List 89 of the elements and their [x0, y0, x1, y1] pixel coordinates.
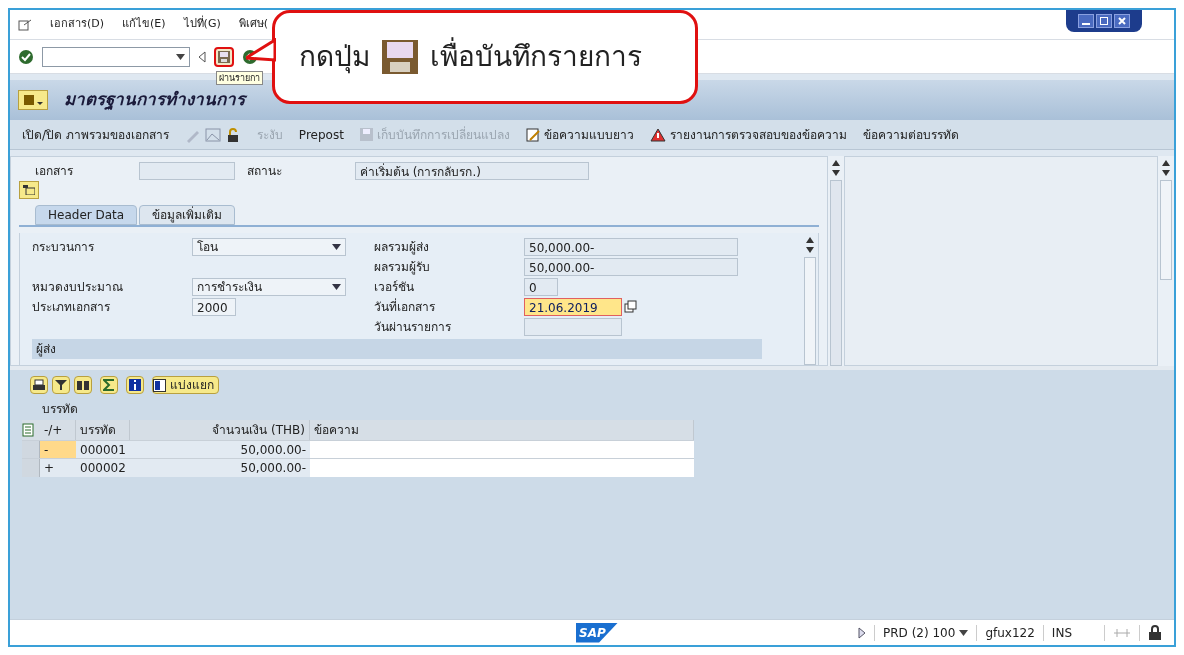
scroll-down-icon[interactable]	[806, 247, 814, 253]
insert-mode: INS	[1051, 624, 1072, 642]
close-icon[interactable]	[1114, 13, 1130, 28]
edit-icon	[525, 127, 540, 142]
table-cell: 000002	[76, 459, 130, 477]
menu-item[interactable]: พิเศษ(	[238, 16, 268, 33]
overview-icon	[23, 185, 35, 195]
scroll-up-icon[interactable]	[832, 160, 840, 166]
status-field[interactable]: ค่าเริ่มต้น (การกลับรก.)	[355, 162, 589, 180]
field-label: หมวดงบประมาณ	[32, 279, 124, 296]
field-label: วันผ่านรายการ	[374, 319, 452, 336]
sum-icon[interactable]	[100, 376, 118, 394]
warning-icon	[649, 127, 666, 142]
sap-logo: SAP	[576, 622, 618, 643]
system-info[interactable]: PRD (2) 100	[883, 623, 969, 642]
column-header[interactable]: ข้อความ	[310, 420, 694, 440]
table-cell: +	[40, 459, 76, 477]
scrollbar[interactable]	[830, 180, 842, 366]
expand-icon[interactable]	[858, 626, 867, 639]
output-field[interactable]	[524, 318, 622, 336]
tab[interactable]: ข้อมูลเพิ่มเติม	[139, 205, 236, 225]
tooltip: ผ่านรายกา	[216, 71, 263, 85]
scroll-down-icon[interactable]	[1162, 170, 1170, 176]
menu-item[interactable]: ไปที่(G)	[183, 16, 221, 33]
output-field[interactable]: 50,000.00-	[524, 238, 738, 256]
collapse-icon[interactable]	[198, 50, 206, 63]
dropdown-field[interactable]: การชำระเงิน	[192, 278, 346, 296]
field-label: ผลรวมผู้ส่ง	[374, 239, 430, 256]
document-field[interactable]	[139, 162, 235, 180]
field-label: วันที่เอกสาร	[374, 298, 436, 316]
toolbar-button[interactable]: เปิด/ปิด ภาพรวมของเอกสาร	[22, 125, 169, 144]
exit-icon[interactable]	[18, 18, 32, 31]
table-title: บรรทัด	[41, 401, 79, 418]
print-icon[interactable]	[30, 376, 48, 394]
save-button[interactable]	[214, 46, 234, 67]
scrollbar[interactable]	[804, 257, 816, 365]
info-icon[interactable]	[126, 376, 144, 394]
field-label: สถานะ	[246, 163, 283, 180]
copy-icon[interactable]	[624, 300, 638, 314]
split-button[interactable]: แบ่งแยก	[152, 376, 219, 394]
lock-icon[interactable]	[1148, 624, 1162, 641]
table-cell: -	[40, 441, 76, 459]
scrollbar[interactable]	[1160, 180, 1172, 280]
caret-icon	[332, 284, 341, 290]
field-label: เวอร์ชัน	[374, 279, 415, 296]
scroll-up-icon[interactable]	[1162, 160, 1170, 166]
table-cell[interactable]	[310, 441, 694, 459]
menu-item[interactable]: แก้ไข(E)	[122, 16, 166, 33]
table-cell: 50,000.00-	[130, 441, 310, 459]
table-cell: 50,000.00-	[130, 459, 310, 477]
field-label: ประเภทเอกสาร	[32, 299, 111, 316]
command-field[interactable]	[42, 46, 190, 67]
scroll-up-icon[interactable]	[806, 237, 814, 243]
field-label: กระบวนการ	[32, 239, 95, 256]
tab[interactable]: Header Data	[35, 205, 138, 225]
long-text-button[interactable]: ข้อความแบบยาว	[525, 125, 634, 144]
toolbar-button[interactable]: Prepost	[298, 125, 344, 144]
callout-text: เพื่อบันทึกรายการ	[430, 36, 642, 78]
scroll-down-icon[interactable]	[832, 170, 840, 176]
check-report-button[interactable]: รายงานการตรวจสอบของข้อความ	[649, 125, 847, 144]
table-cell[interactable]	[310, 459, 694, 477]
callout-text: กดปุ่ม	[299, 39, 370, 76]
output-field[interactable]: 50,000.00-	[524, 258, 738, 276]
caret-icon	[332, 244, 341, 250]
menu-item[interactable]: เอกสาร(D)	[50, 16, 105, 33]
menu-button[interactable]	[18, 90, 48, 110]
toolbar-button[interactable]: ข้อความต่อบรรทัด	[862, 125, 959, 144]
output-field[interactable]: 0	[524, 278, 558, 296]
filter-icon[interactable]	[52, 376, 70, 394]
check-icon[interactable]	[18, 48, 34, 65]
table-cell: 000001	[76, 441, 130, 459]
caret-icon[interactable]	[176, 53, 185, 60]
section-header: ผู้ส่ง	[32, 339, 762, 359]
field-label: เอกสาร	[34, 163, 74, 180]
user-name: gfux122	[985, 624, 1035, 642]
overview-button[interactable]	[19, 181, 39, 199]
layout-icon[interactable]	[22, 423, 36, 437]
field-label: ผลรวมผู้รับ	[374, 259, 431, 276]
restore-icon[interactable]	[1096, 13, 1112, 28]
column-header[interactable]: จำนวนเงิน (THB)	[130, 420, 310, 440]
column-header[interactable]: บรรทัด	[76, 420, 130, 440]
minimize-icon[interactable]	[1078, 13, 1094, 28]
caret-icon[interactable]	[959, 629, 969, 636]
window-title: มาตรฐานการทำงานการ	[64, 88, 245, 112]
input-field[interactable]: 2000	[192, 298, 236, 316]
column-header[interactable]: -/+	[40, 420, 76, 440]
split-icon	[153, 378, 166, 392]
output-field[interactable]: 21.06.2019	[524, 298, 622, 316]
dropdown-field[interactable]: โอน	[192, 238, 346, 256]
